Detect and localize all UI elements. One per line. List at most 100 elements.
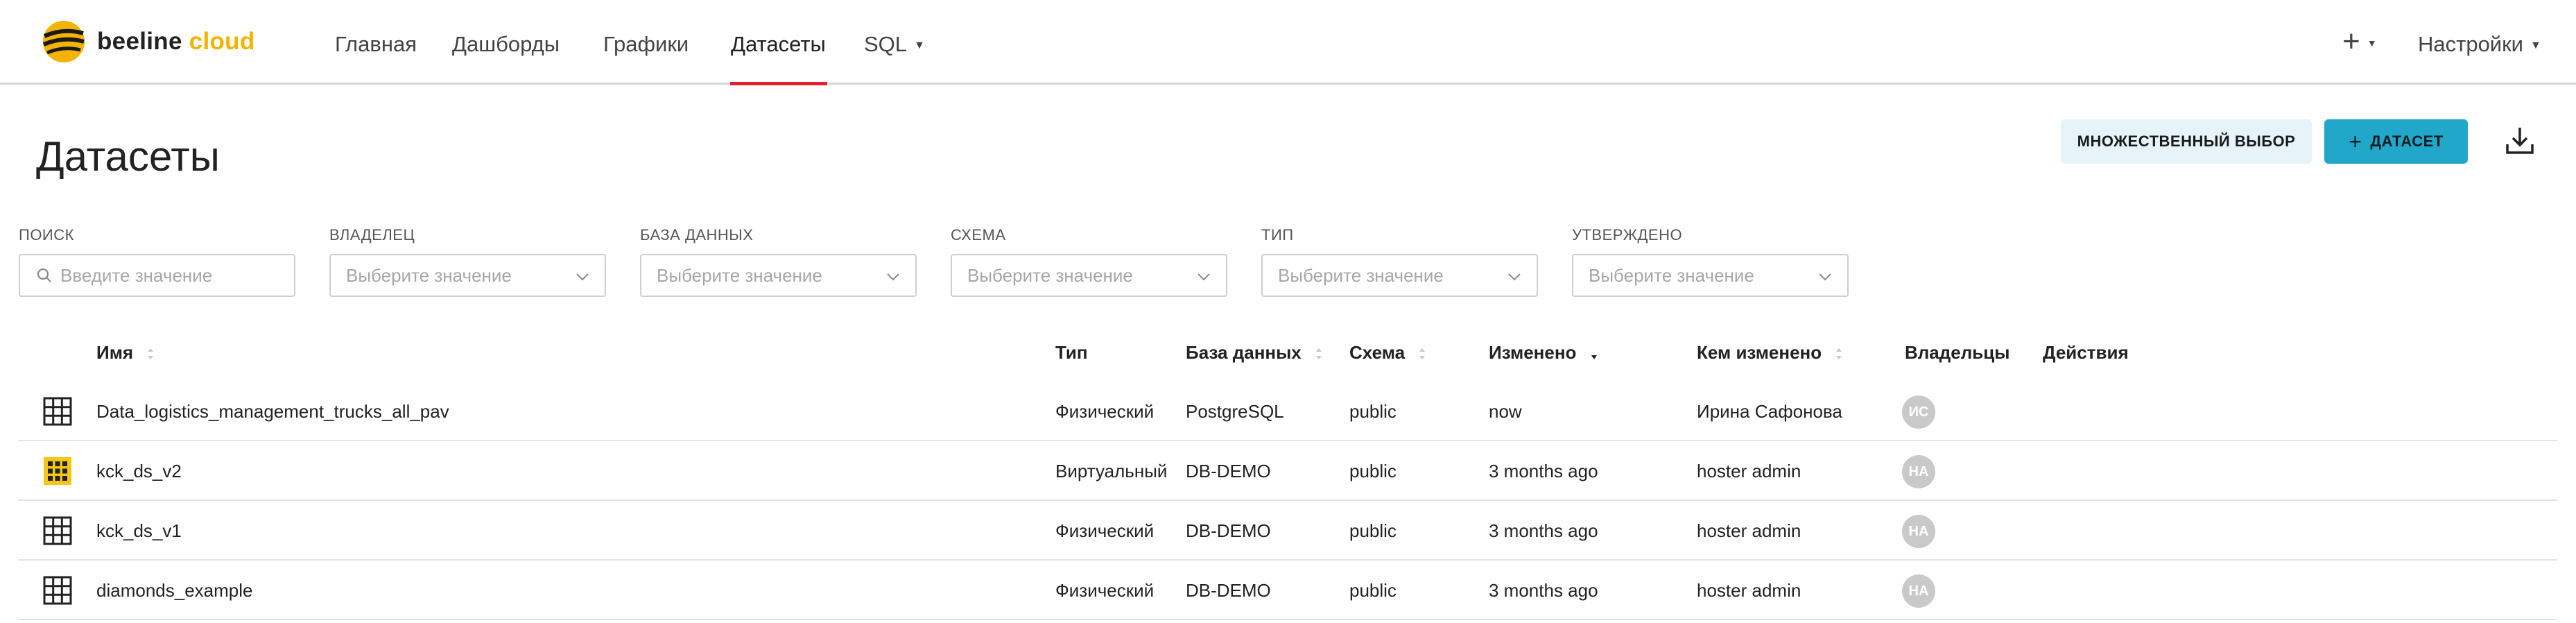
owner-avatar[interactable]: HA <box>1902 574 1935 608</box>
column-header-database[interactable]: База данных <box>1186 341 1323 364</box>
filter-label-approved: УТВЕРЖДЕНО <box>1572 226 1683 244</box>
dataset-type: Физический <box>1055 580 1155 601</box>
brand-name: beeline cloud <box>97 28 255 55</box>
dataset-name-link[interactable]: diamonds_example <box>96 579 252 601</box>
dataset-name-link[interactable]: Data_logistics_management_trucks_all_pav <box>96 400 449 423</box>
sort-icon <box>1316 348 1322 360</box>
column-header-type: Тип <box>1055 341 1088 364</box>
search-icon <box>37 268 51 282</box>
dataset-changed: 3 months ago <box>1489 461 1598 481</box>
dataset-database: DB-DEMO <box>1186 520 1271 541</box>
dataset-schema: public <box>1349 401 1397 422</box>
beeline-logo-icon <box>42 21 85 62</box>
chevron-down-icon <box>576 273 589 281</box>
caret-down-icon: ▼ <box>914 39 925 51</box>
virtual-table-icon <box>44 457 71 485</box>
settings-label: Настройки <box>2418 32 2524 56</box>
table-row[interactable]: kck_ds_v2 Виртуальный DB-DEMO public 3 m… <box>18 441 2557 501</box>
chevron-down-icon <box>1508 273 1521 281</box>
column-header-owners-label: Владельцы <box>1905 342 2010 363</box>
column-header-owners: Владельцы <box>1905 341 2009 364</box>
add-dataset-label: ДАТАСЕТ <box>2370 133 2444 150</box>
table-icon <box>43 576 72 605</box>
filter-label-owner: ВЛАДЕЛЕЦ <box>329 226 415 244</box>
multi-select-button[interactable]: МНОЖЕСТВЕННЫЙ ВЫБОР <box>2061 119 2312 164</box>
column-header-changed-by[interactable]: Кем изменено <box>1697 341 1843 364</box>
column-header-changed-label: Изменено <box>1489 342 1577 363</box>
dataset-changed: 3 months ago <box>1489 580 1598 601</box>
schema-placeholder: Выберите значение <box>967 264 1133 286</box>
nav-active-indicator <box>730 82 827 85</box>
table-row[interactable]: Data_logistics_management_trucks_all_pav… <box>18 382 2557 441</box>
dataset-schema: public <box>1349 461 1397 481</box>
filter-label-search: ПОИСК <box>19 226 74 244</box>
search-placeholder: Введите значение <box>60 264 213 286</box>
nav-item-dashboards[interactable]: Дашборды <box>452 31 560 58</box>
owner-select[interactable]: Выберите значение <box>329 254 606 297</box>
nav-item-home[interactable]: Главная <box>335 31 417 58</box>
column-header-schema-label: Схема <box>1349 342 1406 363</box>
sort-desc-icon <box>1591 348 1597 360</box>
search-input[interactable]: Введите значение <box>19 254 295 297</box>
filter-label-database: БАЗА ДАННЫХ <box>640 226 754 244</box>
dataset-schema: public <box>1349 520 1397 541</box>
type-placeholder: Выберите значение <box>1278 264 1444 286</box>
dataset-name-link[interactable]: kck_ds_v1 <box>96 520 182 542</box>
sort-icon <box>1836 348 1842 360</box>
brand-logo[interactable]: beeline cloud <box>42 19 255 64</box>
table-row[interactable]: diamonds_example Физический DB-DEMO publ… <box>18 561 2557 620</box>
dataset-database: DB-DEMO <box>1186 580 1271 601</box>
approved-select[interactable]: Выберите значение <box>1572 254 1849 297</box>
sort-icon <box>148 348 154 360</box>
database-placeholder: Выберите значение <box>657 264 822 286</box>
settings-menu[interactable]: Настройки ▼ <box>2418 31 2541 60</box>
owner-placeholder: Выберите значение <box>346 264 512 286</box>
dataset-name-link[interactable]: kck_ds_v2 <box>96 460 182 482</box>
owner-avatar[interactable]: HA <box>1902 515 1935 548</box>
chevron-down-icon <box>1819 273 1831 281</box>
type-select[interactable]: Выберите значение <box>1261 254 1538 297</box>
nav-item-datasets[interactable]: Датасеты <box>731 31 826 58</box>
add-dataset-button[interactable]: + ДАТАСЕТ <box>2324 119 2468 164</box>
filter-label-schema: СХЕМА <box>951 226 1006 244</box>
nav-item-sql-label: SQL <box>864 32 908 56</box>
column-header-type-label: Тип <box>1055 342 1088 363</box>
nav-item-sql[interactable]: SQL ▼ <box>864 31 925 60</box>
caret-down-icon: ▼ <box>2530 39 2541 51</box>
column-header-changed[interactable]: Изменено <box>1489 341 1598 364</box>
column-header-name[interactable]: Имя <box>96 341 155 364</box>
column-header-actions: Действия <box>2043 341 2129 364</box>
download-icon[interactable] <box>2503 123 2536 157</box>
filter-label-type: ТИП <box>1261 226 1294 244</box>
table-icon <box>43 397 72 426</box>
dataset-changed-by: hoster admin <box>1697 580 1801 601</box>
column-header-schema[interactable]: Схема <box>1349 341 1426 364</box>
caret-down-icon: ▼ <box>2367 37 2377 49</box>
table-row[interactable]: kck_ds_v1 Физический DB-DEMO public 3 mo… <box>18 501 2557 561</box>
multi-select-label: МНОЖЕСТВЕННЫЙ ВЫБОР <box>2077 133 2296 150</box>
dataset-type: Виртуальный <box>1055 461 1168 481</box>
approved-placeholder: Выберите значение <box>1589 264 1754 286</box>
dataset-changed: now <box>1489 401 1522 422</box>
sort-icon <box>1419 348 1426 360</box>
dataset-type: Физический <box>1055 520 1155 541</box>
plus-icon: + <box>2342 24 2360 58</box>
owner-avatar[interactable]: HA <box>1902 455 1935 488</box>
dataset-database: PostgreSQL <box>1186 401 1284 422</box>
dataset-changed: 3 months ago <box>1489 520 1598 541</box>
database-select[interactable]: Выберите значение <box>640 254 917 297</box>
column-header-actions-label: Действия <box>2043 342 2129 363</box>
chevron-down-icon <box>1198 273 1210 281</box>
schema-select[interactable]: Выберите значение <box>951 254 1227 297</box>
owner-avatar[interactable]: ИС <box>1902 395 1935 429</box>
dataset-database: DB-DEMO <box>1186 461 1271 481</box>
add-new-menu[interactable]: + ▼ <box>2342 26 2377 58</box>
dataset-changed-by: Ирина Сафонова <box>1697 401 1842 422</box>
dataset-type: Физический <box>1055 401 1155 422</box>
table-icon <box>43 516 72 545</box>
column-header-database-label: База данных <box>1186 342 1302 363</box>
nav-item-charts[interactable]: Графики <box>603 31 689 58</box>
dataset-changed-by: hoster admin <box>1697 520 1801 541</box>
top-navigation: beeline cloud Главная Дашборды Графики Да… <box>0 0 2576 85</box>
chevron-down-icon <box>887 273 899 281</box>
